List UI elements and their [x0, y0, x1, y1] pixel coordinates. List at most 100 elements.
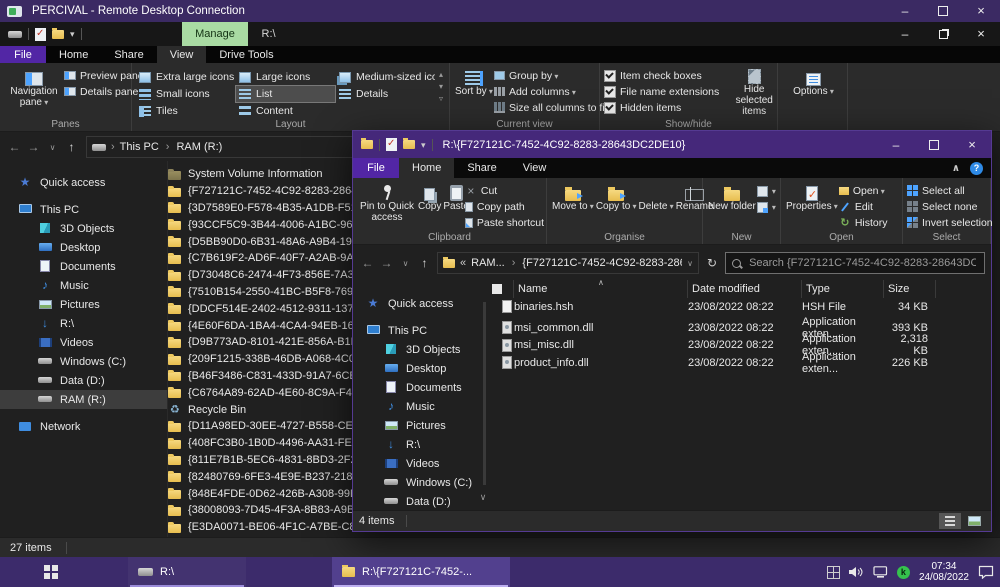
sidebar-item[interactable]: R:\: [353, 435, 488, 454]
clipboard-button[interactable]: Copy: [418, 181, 441, 230]
sidebar-item[interactable]: Quick access: [0, 173, 167, 192]
front-close-button[interactable]: ×: [953, 131, 991, 158]
checkbox-checked-icon[interactable]: [604, 85, 616, 98]
file-row[interactable]: binaries.hsh 23/08/2022 08:22 HSH File 3…: [488, 298, 991, 316]
back-restore-button[interactable]: [924, 22, 962, 46]
ribbon-tab[interactable]: Share: [101, 46, 156, 63]
front-minimize-button[interactable]: –: [877, 131, 915, 158]
recent-locations-icon[interactable]: ∨: [44, 143, 61, 152]
organise-button[interactable]: Move to: [552, 181, 594, 230]
hide-selected-items-button[interactable]: Hide selected items: [725, 66, 783, 117]
manage-contextual-tab[interactable]: Manage: [182, 22, 248, 46]
drive-icon[interactable]: [8, 30, 22, 38]
open-small-button[interactable]: History: [839, 216, 888, 229]
taskbar-task-button[interactable]: R:\: [128, 557, 246, 587]
forward-arrow-icon[interactable]: →: [378, 256, 395, 270]
folder-icon[interactable]: [361, 138, 373, 149]
search-box[interactable]: [725, 252, 985, 274]
sidebar-item[interactable]: Documents: [0, 257, 167, 276]
front-title-bar[interactable]: R:\{F727121C-7452-4C92-8283-28643DC2DE10…: [353, 131, 991, 158]
front-maximize-button[interactable]: [915, 131, 953, 158]
volume-icon[interactable]: [848, 566, 864, 578]
layout-option[interactable]: Details: [336, 86, 435, 102]
sidebar-item[interactable]: This PC: [0, 200, 167, 219]
properties-button[interactable]: Properties: [786, 181, 838, 230]
file-row[interactable]: msi_misc.dll 23/08/2022 08:22 Applicatio…: [488, 333, 991, 357]
sidebar-item[interactable]: Windows (C:): [353, 473, 488, 492]
breadcrumb-overflow-chevron[interactable]: «: [460, 257, 466, 269]
ribbon-tab[interactable]: File: [0, 46, 46, 63]
clipboard-small-button[interactable]: Cut: [465, 184, 544, 197]
sidebar-item[interactable]: Videos: [0, 333, 167, 352]
column-header-date-modified[interactable]: Date modified: [688, 280, 802, 298]
ribbon-tab[interactable]: View: [510, 158, 560, 178]
tray-app-icon[interactable]: k: [896, 565, 910, 579]
gallery-up-icon[interactable]: ▴: [439, 70, 443, 79]
network-icon[interactable]: [873, 566, 888, 578]
current-view-button[interactable]: Group by: [493, 69, 608, 82]
breadcrumb-segment[interactable]: {F727121C-7452-4C92-8283-2864...: [522, 257, 682, 269]
breadcrumb-segment[interactable]: This PC: [120, 141, 177, 153]
action-center-icon[interactable]: [978, 565, 994, 579]
up-arrow-icon[interactable]: ↑: [63, 140, 80, 154]
minimize-ribbon-icon[interactable]: [952, 162, 960, 174]
details-view-toggle[interactable]: [939, 513, 961, 529]
sidebar-item[interactable]: Documents: [353, 378, 488, 397]
rdp-title-bar[interactable]: PERCIVAL - Remote Desktop Connection – ×: [0, 0, 1000, 22]
help-icon[interactable]: ?: [970, 161, 983, 175]
gallery-more-icon[interactable]: ▿: [439, 94, 443, 103]
ribbon-tab[interactable]: Home: [399, 158, 455, 178]
ribbon-tab[interactable]: Share: [454, 158, 509, 178]
layout-option[interactable]: Content: [236, 103, 335, 119]
forward-arrow-icon[interactable]: →: [25, 140, 42, 154]
tray-expand-icon[interactable]: [826, 565, 840, 579]
rdp-close-button[interactable]: ×: [962, 0, 1000, 22]
select-button[interactable]: Invert selection: [907, 216, 993, 229]
organise-button[interactable]: Copy to: [596, 181, 637, 230]
navigation-pane-button[interactable]: Navigation pane: [5, 66, 63, 117]
layout-option[interactable]: List: [235, 85, 336, 103]
ribbon-tab[interactable]: Home: [46, 46, 101, 63]
back-arrow-icon[interactable]: ←: [6, 140, 23, 154]
ribbon-tab[interactable]: Drive Tools: [206, 46, 286, 63]
clipboard-button[interactable]: Pin to Quick access: [358, 181, 416, 230]
show-hide-checkbox[interactable]: Item check boxes: [604, 69, 719, 82]
sidebar-scroll-down-icon[interactable]: ∨: [478, 492, 488, 503]
options-button[interactable]: Options: [793, 66, 834, 117]
sidebar-item[interactable]: Quick access: [353, 294, 488, 313]
properties-icon[interactable]: [35, 27, 46, 41]
sidebar-item[interactable]: Music: [353, 397, 488, 416]
up-arrow-icon[interactable]: ↑: [416, 256, 433, 270]
taskbar-clock[interactable]: 07:34 24/08/2022: [919, 561, 969, 583]
layout-option[interactable]: Small icons: [136, 86, 235, 102]
organise-button[interactable]: Delete: [639, 181, 674, 230]
sort-by-button[interactable]: Sort by: [455, 66, 493, 117]
checkbox-checked-icon[interactable]: [604, 101, 616, 114]
new-folder-button[interactable]: New folder: [708, 181, 756, 230]
current-view-button[interactable]: Add columns: [493, 85, 608, 98]
start-button[interactable]: [44, 565, 58, 579]
back-title-bar[interactable]: Manage R:\ – ×: [0, 22, 1000, 46]
layout-option[interactable]: Extra large icons: [136, 69, 235, 85]
easy-access-button[interactable]: [756, 201, 776, 214]
sidebar-item[interactable]: Desktop: [353, 359, 488, 378]
taskbar-task-button[interactable]: R:\{F727121C-7452-...: [332, 557, 510, 587]
sidebar-item[interactable]: Pictures: [353, 416, 488, 435]
current-view-button[interactable]: Size all columns to fit: [493, 101, 608, 114]
back-close-button[interactable]: ×: [962, 22, 1000, 46]
layout-option[interactable]: Medium-sized icons: [336, 69, 435, 85]
select-button[interactable]: Select none: [907, 200, 993, 213]
large-icons-view-toggle[interactable]: [963, 513, 985, 529]
new-folder-icon[interactable]: [52, 27, 64, 39]
show-hide-checkbox[interactable]: File name extensions: [604, 85, 719, 98]
sidebar-item[interactable]: RAM (R:): [0, 390, 167, 409]
sidebar-item[interactable]: R:\: [0, 314, 167, 333]
select-button[interactable]: Select all: [907, 184, 993, 197]
new-item-button[interactable]: [756, 185, 776, 198]
sidebar-item[interactable]: Videos: [353, 454, 488, 473]
properties-icon[interactable]: [386, 138, 397, 151]
column-header-type[interactable]: Type: [802, 280, 884, 298]
front-breadcrumb-box[interactable]: « RAM...{F727121C-7452-4C92-8283-2864...…: [437, 252, 699, 274]
ribbon-tab[interactable]: File: [353, 158, 399, 178]
refresh-icon[interactable]: [707, 256, 717, 270]
